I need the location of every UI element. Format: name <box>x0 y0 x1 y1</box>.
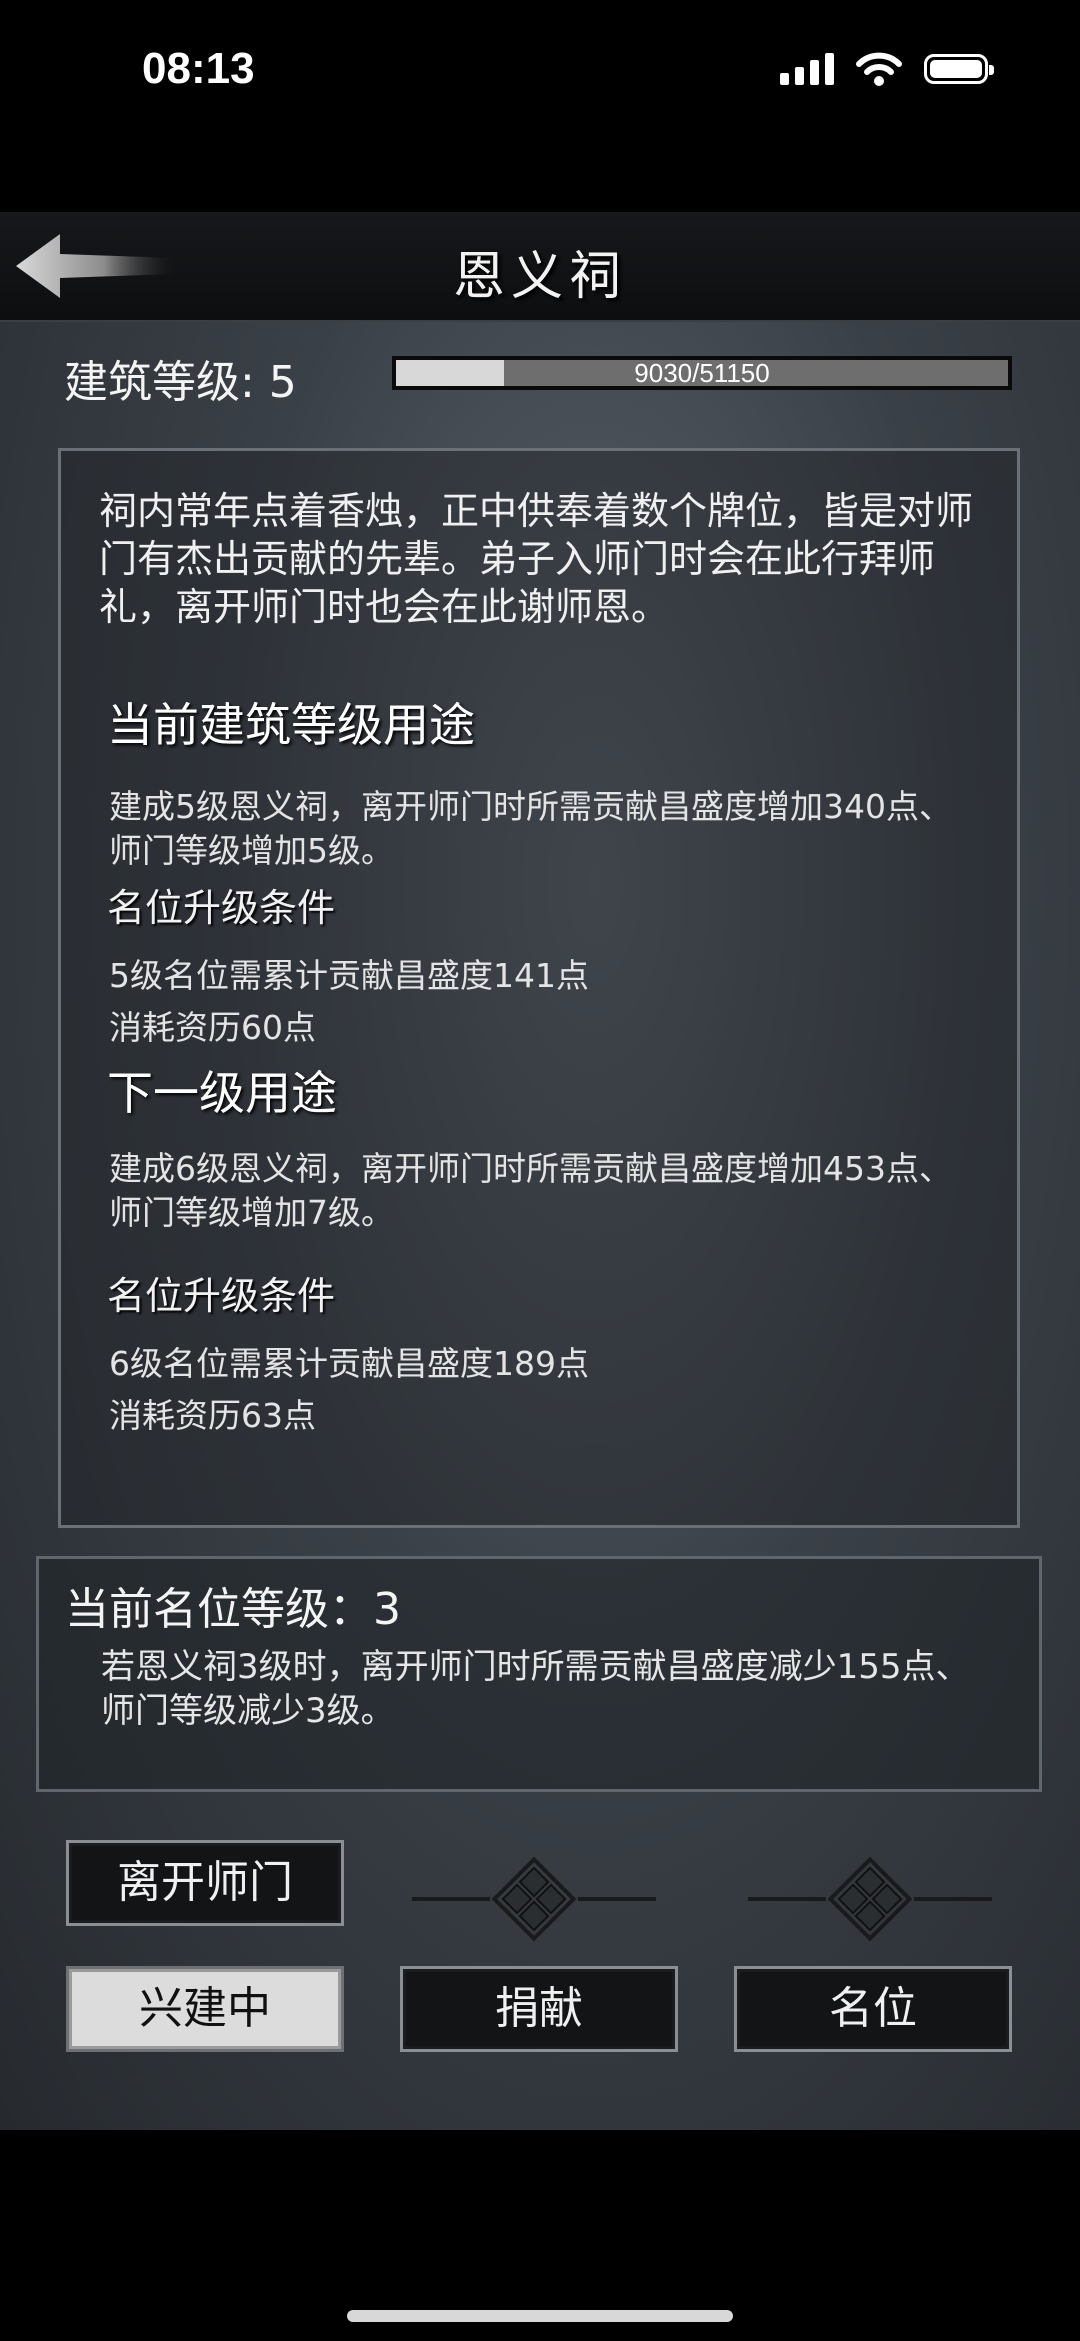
home-indicator[interactable] <box>347 2310 733 2322</box>
current-condition-heading: 名位升级条件 <box>107 886 336 930</box>
next-use-heading: 下一级用途 <box>107 1066 337 1120</box>
app-screen: 恩义祠 建筑等级: 5 9030/51150 祠内常年点着香烛，正中供奉着数个牌… <box>0 212 1080 2130</box>
current-condition-line1: 5级名位需累计贡献昌盛度141点 <box>109 956 589 995</box>
current-condition-line2: 消耗资历60点 <box>109 1008 316 1047</box>
next-use-text: 建成6级恩义祠，离开师门时所需贡献昌盛度增加453点、师门等级增加7级。 <box>109 1149 952 1232</box>
status-time: 08:13 <box>142 44 255 93</box>
next-condition-line2: 消耗资历63点 <box>109 1396 316 1435</box>
next-condition-line1: 6级名位需累计贡献昌盛度189点 <box>109 1344 589 1383</box>
rank-panel: 当前名位等级：3 若恩义祠3级时，离开师门时所需贡献昌盛度减少155点、师门等级… <box>36 1556 1042 1792</box>
page-title: 恩义祠 <box>452 247 627 307</box>
current-use-text: 建成5级恩义祠，离开师门时所需贡献昌盛度增加340点、师门等级增加5级。 <box>109 787 952 870</box>
building-info-panel: 祠内常年点着香烛，正中供奉着数个牌位，皆是对师门有杰出贡献的先辈。弟子入师门时会… <box>58 448 1020 1528</box>
battery-icon <box>924 54 994 84</box>
leave-sect-button[interactable]: 离开师门 <box>66 1840 344 1926</box>
tab-rank[interactable]: 名位 <box>734 1966 1012 2052</box>
wifi-icon <box>856 52 902 86</box>
title-bar: 恩义祠 <box>0 212 1080 322</box>
building-level-label: 建筑等级: 5 <box>64 357 297 408</box>
diamond-ornament-icon <box>412 1856 656 1942</box>
rank-description: 若恩义祠3级时，离开师门时所需贡献昌盛度减少155点、师门等级减少3级。 <box>101 1647 970 1731</box>
current-use-heading: 当前建筑等级用途 <box>107 698 475 752</box>
status-icons <box>780 52 994 86</box>
building-description: 祠内常年点着香烛，正中供奉着数个牌位，皆是对师门有杰出贡献的先辈。弟子入师门时会… <box>99 489 974 629</box>
tab-building[interactable]: 兴建中 <box>66 1966 344 2052</box>
building-progress-bar: 9030/51150 <box>392 356 1012 390</box>
progress-text: 9030/51150 <box>634 358 770 388</box>
diamond-ornament-icon <box>748 1856 992 1942</box>
next-condition-heading: 名位升级条件 <box>107 1274 336 1318</box>
cellular-signal-icon <box>780 53 834 85</box>
tab-donate[interactable]: 捐献 <box>400 1966 678 2052</box>
rank-level-title: 当前名位等级：3 <box>65 1584 401 1635</box>
